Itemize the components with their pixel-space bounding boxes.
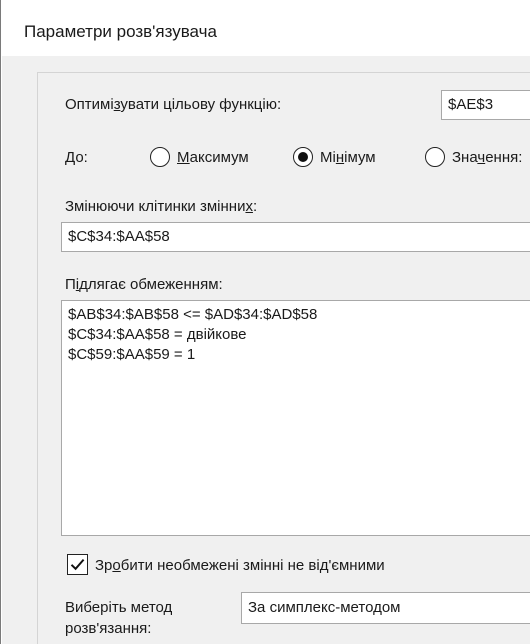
radio-value-circle <box>425 147 445 167</box>
radio-value-label: Значення: <box>452 148 523 166</box>
radio-min[interactable]: Мінімум <box>293 147 376 167</box>
radio-min-label: Мінімум <box>320 148 376 166</box>
radio-selected-dot <box>298 152 308 162</box>
constraint-item[interactable]: $AB$34:$AB$58 <= $AD$34:$AD$58 <box>68 305 525 325</box>
constraints-list[interactable]: $AB$34:$AB$58 <= $AD$34:$AD$58 $C$34:$AA… <box>61 300 530 536</box>
objective-cell-input[interactable]: $AE$3 <box>441 90 530 120</box>
nonnegative-label[interactable]: Зробити необмежені змінні не від'ємними <box>95 557 385 574</box>
variable-cells-label: Змінюючи клітинки змінних: <box>65 198 258 215</box>
method-label-line1: Виберіть метод <box>65 599 173 616</box>
constraints-label: Підлягає обмеженням: <box>65 276 223 293</box>
window-title: Параметри розв'язувача <box>24 22 217 41</box>
radio-max-label: Максимум <box>177 148 249 166</box>
radio-value[interactable]: Значення: <box>425 147 522 167</box>
checkmark-icon <box>70 558 85 571</box>
constraint-item[interactable]: $C$59:$AA$59 = 1 <box>68 345 525 365</box>
radio-min-circle <box>293 147 313 167</box>
title-bar[interactable]: Параметри розв'язувача <box>2 0 530 62</box>
objective-label: Оптимізувати цільову функцію: <box>65 96 282 113</box>
solver-parameters-window: Параметри розв'язувача Оптимізувати ціль… <box>0 0 530 644</box>
nonnegative-checkbox[interactable] <box>67 554 88 575</box>
to-label: До: <box>65 149 88 166</box>
radio-max-circle <box>150 147 170 167</box>
radio-max[interactable]: Максимум <box>150 147 249 167</box>
method-label-line2: розв'язання: <box>65 620 152 637</box>
constraint-item[interactable]: $C$34:$AA$58 = двійкове <box>68 325 525 345</box>
variable-cells-input[interactable]: $C$34:$AA$58 <box>61 222 530 252</box>
solving-method-select[interactable]: За симплекс-методом <box>241 592 530 624</box>
